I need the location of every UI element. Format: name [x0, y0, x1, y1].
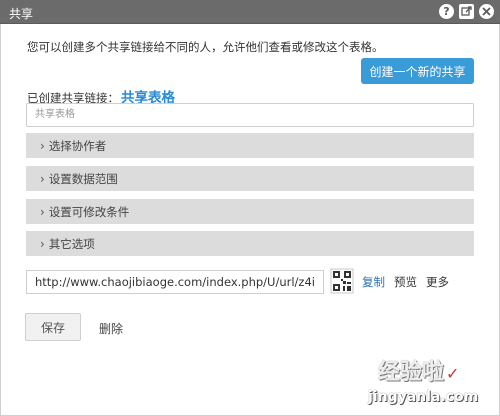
link-actions: 复制 预览 更多: [362, 274, 449, 290]
close-icon[interactable]: [479, 4, 494, 19]
section-label: 设置可修改条件: [48, 204, 130, 219]
qr-code-icon[interactable]: [330, 268, 354, 294]
watermark-url: jingyanla.com: [368, 389, 479, 405]
checkmark-icon: ✓: [446, 364, 460, 383]
section-edit-conditions[interactable]: › 设置可修改条件: [26, 199, 474, 224]
share-name-input[interactable]: 共享表格: [26, 103, 474, 127]
help-icon[interactable]: ?: [439, 4, 454, 19]
chevron-right-icon: ›: [40, 171, 45, 186]
copy-link[interactable]: 复制: [362, 274, 385, 290]
save-button[interactable]: 保存: [25, 313, 81, 341]
section-label: 其它选项: [48, 236, 95, 251]
delete-link[interactable]: 删除: [99, 320, 123, 337]
chevron-right-icon: ›: [40, 138, 45, 153]
section-label: 选择协作者: [48, 138, 107, 153]
create-new-share-button[interactable]: 创建一个新的共享: [361, 58, 474, 84]
preview-link[interactable]: 预览: [394, 274, 417, 290]
section-other-options[interactable]: › 其它选项: [26, 231, 474, 256]
popout-icon[interactable]: [459, 4, 474, 19]
watermark-logo: 经验啦 ✓: [378, 360, 460, 385]
dialog-titlebar: 共享 ?: [0, 0, 500, 24]
chevron-right-icon: ›: [40, 236, 45, 251]
share-description: 您可以创建多个共享链接给不同的人，允许他们查看或修改这个表格。: [27, 40, 384, 54]
section-data-range[interactable]: › 设置数据范围: [26, 166, 474, 191]
chevron-right-icon: ›: [40, 204, 45, 219]
section-select-collaborators[interactable]: › 选择协作者: [26, 133, 474, 158]
dialog-title: 共享: [9, 7, 34, 21]
share-url-field[interactable]: http://www.chaojibiaoge.com/index.php/U/…: [26, 270, 324, 294]
more-link[interactable]: 更多: [426, 274, 449, 290]
section-label: 设置数据范围: [48, 171, 118, 186]
